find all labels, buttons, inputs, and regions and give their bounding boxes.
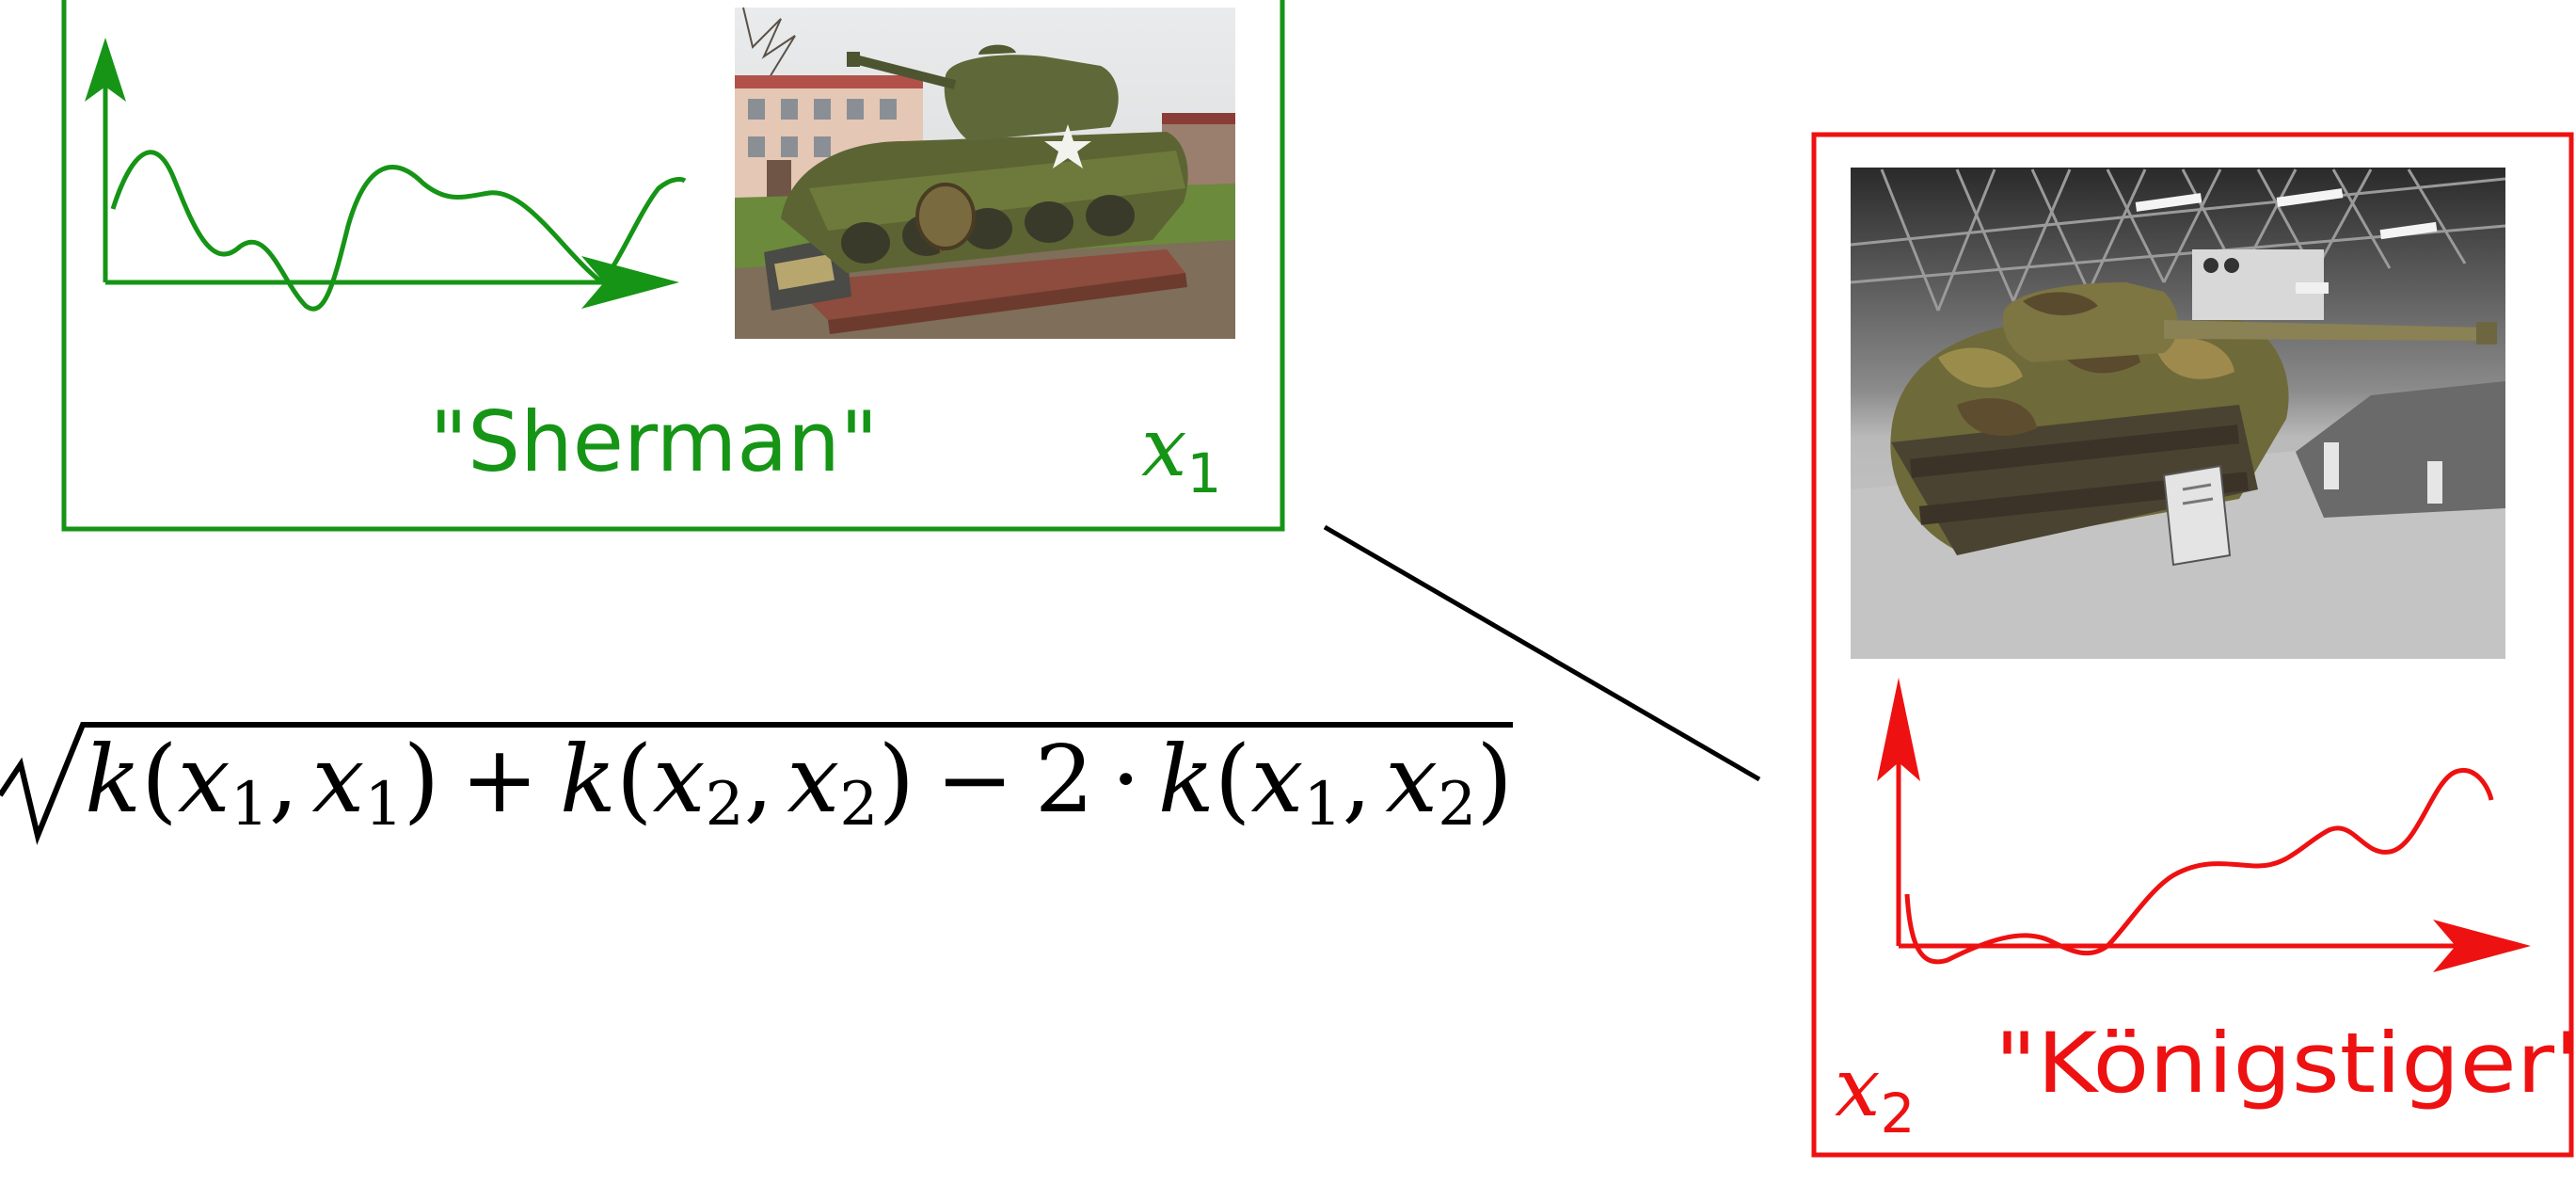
sample-1-signal-curve — [110, 150, 687, 312]
kernel-distance-diagram: "Sherman" x1 k(x1, x1) + k(x2, x2) −2 · k(x1, x2… — [0, 0, 2576, 1158]
sherman-tank-photo — [735, 7, 1235, 339]
formula-expression: k(x1, x1) + k(x2, x2) −2 · k(x1, x2) — [85, 727, 1513, 840]
koenigstiger-tank-photo — [1850, 168, 2506, 659]
sample-1-signal-plot — [85, 38, 687, 312]
sample-2-label: "Königstiger" — [1995, 1015, 2576, 1112]
sample-1-label: "Sherman" — [430, 393, 879, 490]
sample-1-panel: "Sherman" x1 — [61, 0, 1285, 532]
sample-2-panel: x2 "Königstiger" — [1811, 132, 2576, 1158]
kernel-distance-formula: k(x1, x1) + k(x2, x2) −2 · k(x1, x2) — [0, 722, 1513, 845]
sample-2-signal-plot — [1877, 678, 2531, 972]
sample-2-variable: x2 — [1835, 1041, 1915, 1145]
sample-1-variable: x1 — [1141, 401, 1221, 505]
sample-2-signal-curve — [1904, 767, 2494, 965]
